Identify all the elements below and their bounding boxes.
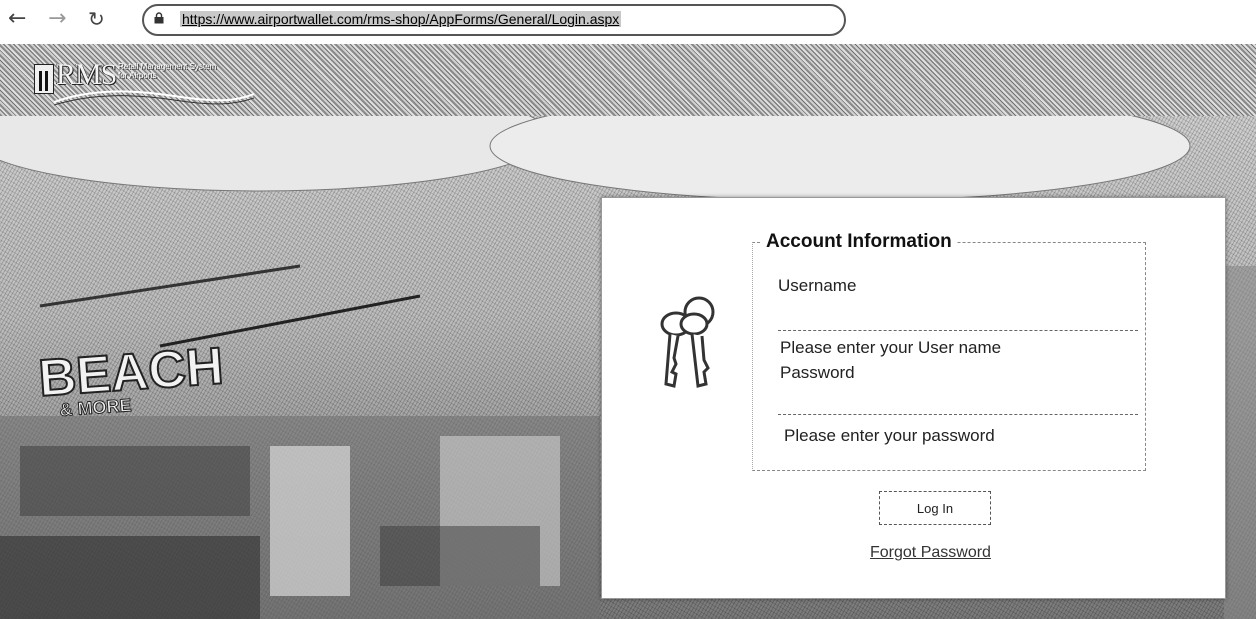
login-button[interactable]: Log In	[879, 491, 991, 525]
logo-mark-icon	[34, 64, 54, 94]
address-bar[interactable]: https://www.airportwallet.com/rms-shop/A…	[142, 4, 846, 36]
password-hint: Please enter your password	[784, 426, 995, 445]
logo-subtitle-line2: for Airports	[118, 71, 157, 80]
forgot-password-link[interactable]: Forgot Password	[870, 544, 991, 562]
lock-icon	[154, 12, 164, 24]
beach-sign-text: BEACH	[37, 337, 226, 408]
logo-subtitle-line1: Retail Management System	[118, 62, 217, 71]
login-panel: Account Information Username Please ente…	[601, 197, 1226, 599]
browser-toolbar: ← → ↻ https://www.airportwallet.com/rms-…	[0, 0, 1256, 42]
username-input[interactable]	[778, 302, 1138, 331]
logo-text: RMS	[56, 58, 117, 91]
logo-swoosh	[54, 90, 254, 106]
forward-arrow-icon[interactable]: →	[48, 8, 66, 30]
password-label: Password	[780, 363, 855, 382]
logo-subtitle: Retail Management System for Airports	[118, 62, 216, 80]
reload-icon[interactable]: ↻	[88, 8, 105, 30]
back-arrow-icon[interactable]: ←	[8, 8, 26, 30]
username-label: Username	[778, 276, 857, 295]
keys-icon	[660, 296, 715, 388]
rms-logo: RMS Retail Management System for Airport…	[34, 52, 274, 108]
account-information-legend: Account Information	[762, 231, 956, 253]
password-input[interactable]	[778, 386, 1138, 415]
url-text[interactable]: https://www.airportwallet.com/rms-shop/A…	[180, 11, 622, 27]
username-hint: Please enter your User name	[780, 338, 1002, 357]
